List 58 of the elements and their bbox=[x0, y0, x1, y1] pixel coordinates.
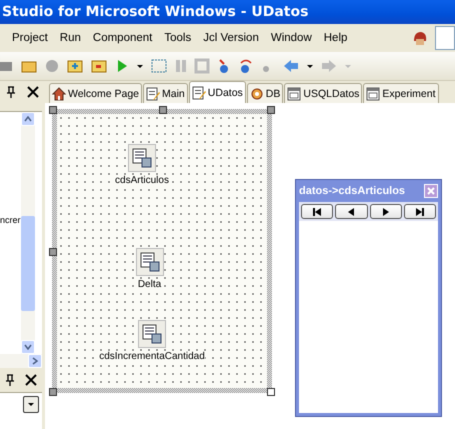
combo-field[interactable] bbox=[0, 392, 42, 415]
menu-item[interactable]: Project bbox=[6, 32, 54, 44]
prior-icon bbox=[347, 208, 356, 216]
dataset-component-icon[interactable] bbox=[128, 144, 156, 172]
form-icon bbox=[366, 87, 380, 101]
scrollbar-thumb[interactable] bbox=[20, 216, 35, 311]
list-item: ncrer bbox=[0, 215, 21, 225]
editor-tab[interactable]: UDatos bbox=[188, 81, 246, 104]
next-icon bbox=[382, 208, 390, 216]
component-label: Delta bbox=[138, 279, 162, 290]
first-icon bbox=[312, 208, 322, 216]
menu-item[interactable]: Jcl Version bbox=[197, 32, 265, 44]
form-icon bbox=[287, 87, 302, 101]
last-record-button[interactable] bbox=[404, 204, 436, 219]
gear-icon bbox=[250, 87, 264, 101]
add-file-icon[interactable] bbox=[66, 58, 84, 74]
document-icon bbox=[192, 86, 206, 100]
menu-item[interactable]: Component bbox=[86, 32, 158, 44]
selection-handle[interactable] bbox=[49, 106, 57, 114]
close-icon[interactable] bbox=[26, 86, 38, 98]
back-arrow-icon[interactable] bbox=[282, 58, 300, 74]
next-record-button[interactable] bbox=[370, 204, 402, 219]
menu-item[interactable]: Run bbox=[54, 32, 87, 44]
dataset-component-icon[interactable] bbox=[136, 248, 164, 276]
component-label: cdsArticulos bbox=[115, 175, 169, 186]
selection-handle[interactable] bbox=[159, 106, 167, 114]
prior-record-button[interactable] bbox=[335, 204, 368, 219]
component-label: cdsIncrementaCantidad bbox=[99, 351, 205, 362]
first-record-button[interactable] bbox=[301, 204, 334, 219]
document-icon bbox=[146, 87, 160, 101]
menu-item[interactable]: Window bbox=[264, 32, 318, 44]
dropdown-icon[interactable] bbox=[27, 402, 35, 406]
selection-handle[interactable] bbox=[49, 248, 57, 256]
scroll-right-icon[interactable] bbox=[28, 354, 42, 368]
pin-icon[interactable] bbox=[5, 374, 15, 386]
editor-tab[interactable]: Experiment bbox=[363, 83, 439, 104]
house-icon bbox=[52, 87, 66, 101]
menu-item[interactable]: Tools bbox=[158, 32, 198, 44]
pin-icon[interactable] bbox=[6, 86, 16, 98]
menu-item[interactable]: Help bbox=[318, 32, 354, 44]
folder-icon[interactable] bbox=[90, 58, 108, 74]
combo-field[interactable] bbox=[435, 26, 455, 50]
selection-handle[interactable] bbox=[267, 388, 275, 396]
editor-tab[interactable]: Main bbox=[143, 83, 188, 104]
editor-tab[interactable]: USQLDatos bbox=[284, 83, 362, 104]
editor-tab[interactable]: Welcome Page bbox=[49, 83, 142, 104]
close-icon[interactable] bbox=[25, 374, 37, 386]
last-icon bbox=[414, 208, 425, 216]
step-over-icon[interactable] bbox=[238, 58, 254, 74]
selection-handle[interactable] bbox=[49, 388, 57, 396]
selection-handle[interactable] bbox=[267, 106, 275, 114]
scroll-up-icon[interactable] bbox=[20, 112, 35, 126]
window-title: Studio for Microsoft Windows - UDatos bbox=[2, 4, 308, 20]
scroll-down-icon[interactable] bbox=[20, 340, 35, 354]
dataset-component-icon[interactable] bbox=[138, 320, 166, 348]
helmet-icon bbox=[411, 29, 429, 47]
editor-tab[interactable]: DB bbox=[246, 83, 284, 104]
dataset-window-title: datos->cdsArticulos bbox=[299, 185, 406, 197]
